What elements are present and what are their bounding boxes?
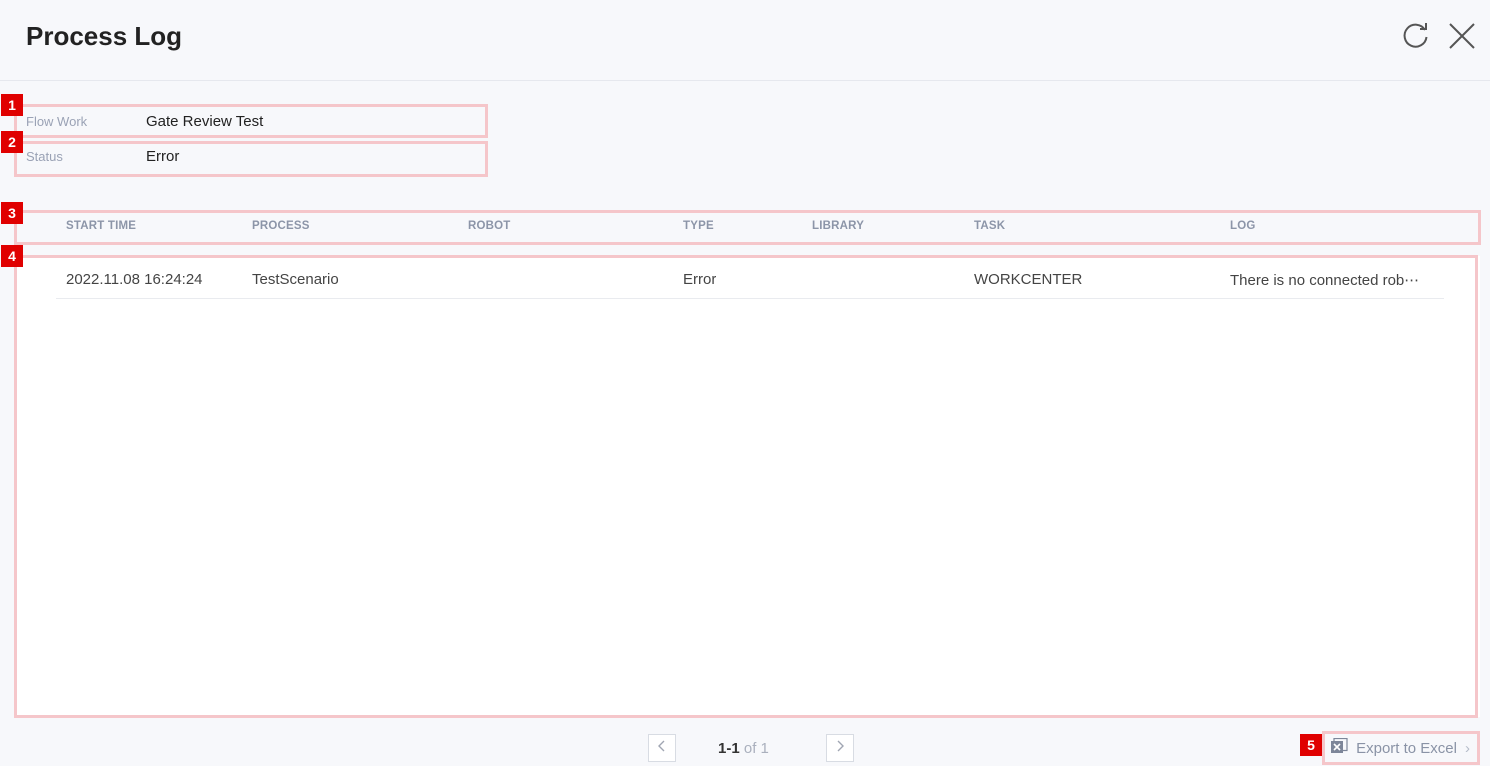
pager-total: of 1	[743, 740, 769, 757]
export-to-excel-button[interactable]: Export to Excel ›	[1322, 732, 1480, 764]
grid-header: START TIME PROCESS ROBOT TYPE LIBRARY TA…	[14, 212, 1480, 244]
status-label: Status	[26, 149, 63, 164]
pager-prev-button[interactable]	[648, 734, 676, 762]
col-start-time[interactable]: START TIME	[66, 220, 136, 232]
annotation-marker-5: 5	[1300, 734, 1322, 756]
pager-status: 1-1 of 1	[718, 740, 769, 757]
flow-work-value: Gate Review Test	[146, 113, 264, 130]
status-value: Error	[146, 148, 180, 165]
flow-work-label: Flow Work	[26, 114, 88, 129]
chevron-left-icon	[657, 739, 667, 757]
status-row: Status Error	[14, 140, 486, 174]
col-type[interactable]: TYPE	[683, 220, 714, 232]
refresh-icon[interactable]	[1398, 18, 1434, 54]
grid-body-callout	[14, 255, 1478, 718]
chevron-right-icon	[835, 739, 845, 757]
excel-icon	[1330, 737, 1348, 758]
pager-next-button[interactable]	[826, 734, 854, 762]
flow-work-row: Flow Work Gate Review Test	[14, 105, 486, 139]
close-icon[interactable]	[1444, 18, 1480, 54]
pager-range: 1-1	[718, 740, 740, 757]
col-process[interactable]: PROCESS	[252, 220, 310, 232]
col-task[interactable]: TASK	[974, 220, 1005, 232]
annotation-marker-4: 4	[1, 245, 23, 267]
export-label: Export to Excel	[1356, 739, 1457, 757]
dialog-header: Process Log	[0, 0, 1490, 81]
col-log[interactable]: LOG	[1230, 220, 1256, 232]
col-robot[interactable]: ROBOT	[468, 220, 511, 232]
export-chevron: ›	[1465, 739, 1470, 757]
col-library[interactable]: LIBRARY	[812, 220, 864, 232]
page-title: Process Log	[26, 21, 183, 51]
